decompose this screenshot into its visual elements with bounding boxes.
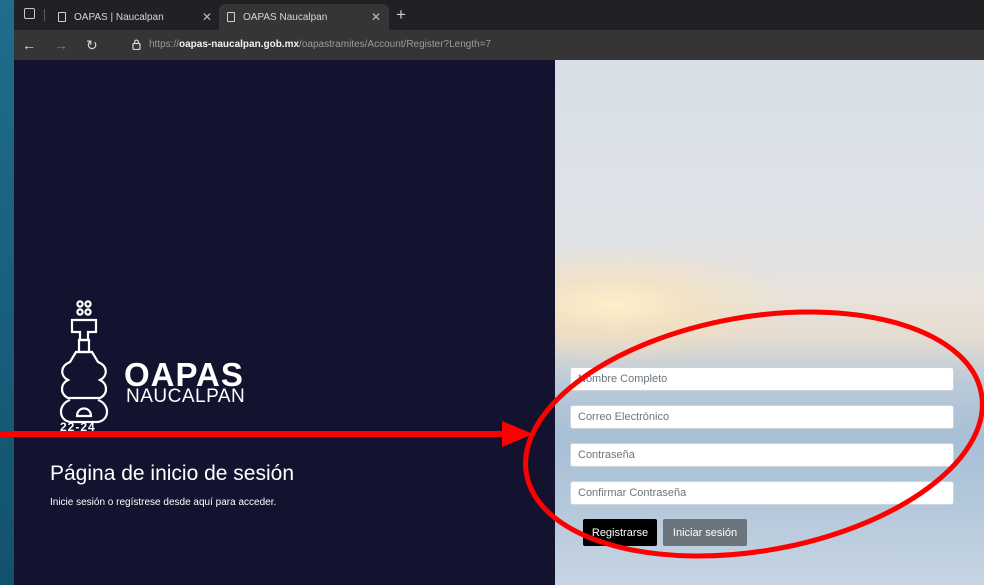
sea-background-image: [555, 60, 984, 585]
page-icon: [227, 12, 235, 22]
tab-oapas-naucalpan-1[interactable]: OAPAS | Naucalpan ✕: [50, 4, 220, 30]
url-prefix: https://: [149, 39, 180, 50]
brand-subname: NAUCALPAN: [126, 386, 246, 407]
forward-icon[interactable]: →: [54, 37, 68, 53]
close-tab-icon[interactable]: ✕: [371, 10, 381, 24]
brand-years: 22-24: [60, 420, 96, 434]
page-subtitle: Inicie sesión o regístrese desde aquí pa…: [50, 497, 277, 508]
tab-actions-icon[interactable]: [24, 8, 35, 19]
back-icon[interactable]: ←: [22, 37, 36, 53]
oapas-logo-icon: [59, 300, 109, 424]
url-path: /oapastramites/Account/Register?Length=7: [299, 39, 492, 50]
url-host: oapas-naucalpan.gob.mx: [179, 39, 300, 50]
tab-label: OAPAS Naucalpan: [243, 11, 328, 23]
address-toolbar: ← → ↻ https://oapas-naucalpan.gob.mx/oap…: [14, 30, 984, 60]
tab-bar: OAPAS | Naucalpan ✕ OAPAS Naucalpan ✕ +: [14, 0, 984, 30]
browser-window: OAPAS | Naucalpan ✕ OAPAS Naucalpan ✕ + …: [14, 0, 984, 585]
tab-oapas-naucalpan-2[interactable]: OAPAS Naucalpan ✕: [219, 4, 389, 30]
email-field[interactable]: [570, 405, 954, 429]
full-name-field[interactable]: [570, 367, 954, 391]
lock-icon[interactable]: [132, 39, 141, 50]
register-button[interactable]: Registrarse: [583, 519, 657, 546]
close-tab-icon[interactable]: ✕: [202, 10, 212, 24]
tab-separator: [44, 9, 45, 21]
address-bar[interactable]: https://oapas-naucalpan.gob.mx/oapastram…: [149, 39, 491, 50]
password-field[interactable]: [570, 443, 954, 467]
login-button[interactable]: Iniciar sesión: [663, 519, 747, 546]
tab-label: OAPAS | Naucalpan: [74, 11, 164, 23]
refresh-icon[interactable]: ↻: [86, 37, 98, 54]
page-content: OAPAS NAUCALPAN 22-24 Página de inicio d…: [14, 60, 984, 585]
confirm-password-field[interactable]: [570, 481, 954, 505]
page-icon: [58, 12, 66, 22]
new-tab-icon[interactable]: +: [396, 6, 406, 23]
page-title: Página de inicio de sesión: [50, 462, 295, 485]
